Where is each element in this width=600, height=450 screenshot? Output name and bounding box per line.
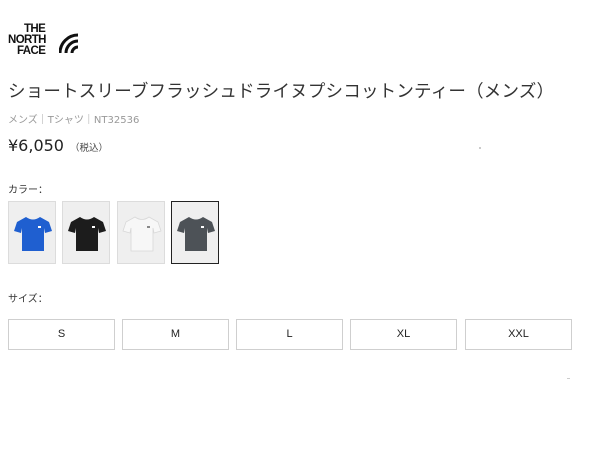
- tax-note: （税込）: [69, 143, 108, 154]
- size-button-xl[interactable]: XL: [350, 319, 457, 350]
- tshirt-icon: [177, 217, 215, 251]
- size-button-xxl[interactable]: XXL: [465, 319, 572, 350]
- chest-logo-icon: [201, 226, 204, 228]
- color-swatch-blue[interactable]: [8, 201, 56, 264]
- product-category: メンズ｜Tシャツ｜NT32536: [8, 115, 140, 126]
- stray-dot: [567, 378, 570, 379]
- tshirt-icon: [68, 217, 106, 251]
- price-block: ¥6,050 （税込）: [8, 136, 108, 155]
- chest-logo-icon: [147, 226, 150, 228]
- half-dome-icon: [59, 33, 79, 54]
- size-button-l[interactable]: L: [236, 319, 343, 350]
- size-button-s[interactable]: S: [8, 319, 115, 350]
- color-label: カラー：: [8, 185, 48, 196]
- brand-logo[interactable]: THE NORTH FACE: [8, 23, 79, 58]
- chest-logo-icon: [38, 226, 41, 228]
- color-swatch-white[interactable]: [117, 201, 165, 264]
- size-button-m[interactable]: M: [122, 319, 229, 350]
- stray-dot: [479, 147, 481, 149]
- logo-text-face: FACE: [17, 45, 46, 57]
- tshirt-icon: [122, 216, 162, 252]
- size-label: サイズ：: [8, 294, 48, 305]
- chest-logo-icon: [92, 226, 95, 228]
- product-price: ¥6,050: [8, 136, 64, 155]
- product-title: ショートスリーブフラッシュドライヌプシコットンティー（メンズ）: [8, 82, 555, 102]
- color-swatch-black[interactable]: [62, 201, 110, 264]
- tshirt-icon: [14, 217, 52, 251]
- color-swatch-gray[interactable]: [171, 201, 219, 264]
